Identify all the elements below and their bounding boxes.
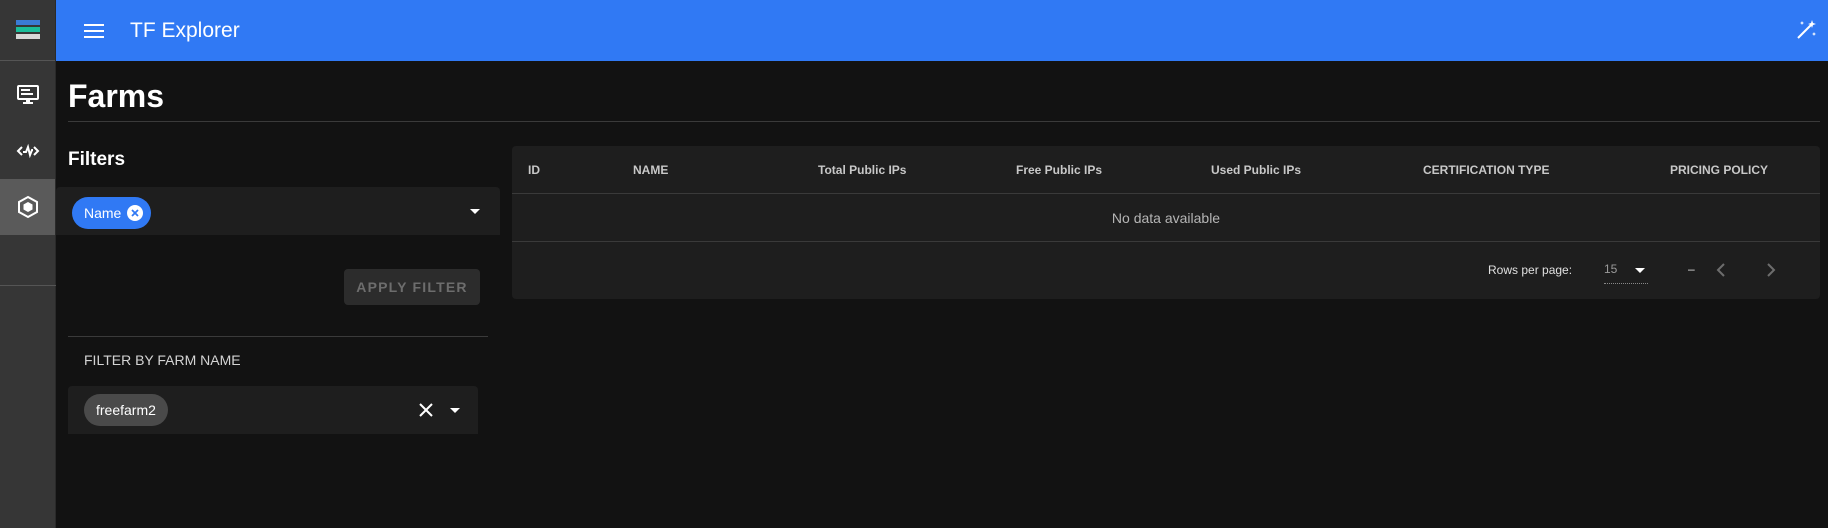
title-divider: [68, 121, 1820, 122]
column-header-used-public-ips[interactable]: Used Public IPs: [1211, 163, 1301, 177]
cube-icon: [17, 195, 38, 219]
chevron-left-icon: [1716, 263, 1725, 277]
app-logo[interactable]: [0, 0, 55, 61]
previous-page-button[interactable]: [1709, 258, 1733, 282]
farm-name-chip[interactable]: freefarm2: [84, 394, 168, 426]
column-header-name[interactable]: NAME: [633, 163, 668, 177]
table-footer: Rows per page: 15 –: [512, 242, 1820, 298]
theme-toggle-button[interactable]: [1790, 14, 1822, 46]
rows-per-page-value: 15: [1604, 262, 1618, 276]
pagination-range: –: [1688, 262, 1695, 276]
menu-button[interactable]: [66, 3, 122, 59]
filter-chip-label: Name: [84, 205, 122, 221]
chevron-down-icon[interactable]: [1635, 268, 1645, 273]
close-circle-icon[interactable]: [127, 205, 144, 221]
code-pulse-icon: [16, 143, 39, 159]
chevron-down-icon[interactable]: [470, 209, 480, 214]
side-rail: [0, 0, 56, 528]
filters-title: Filters: [68, 149, 126, 170]
filter-type-select[interactable]: Name: [56, 187, 500, 235]
magic-wand-icon: [1797, 20, 1816, 39]
rail-item-code[interactable]: [0, 123, 55, 179]
main-content: Farms Filters Name APPLY FILTER FILTER B…: [56, 61, 1828, 528]
farm-name-select[interactable]: freefarm2: [68, 386, 478, 434]
page-title: Farms: [68, 78, 165, 114]
top-app-bar: TF Explorer: [56, 0, 1828, 61]
rows-per-page-label: Rows per page:: [1488, 263, 1573, 277]
rail-item-monitor[interactable]: [0, 67, 55, 123]
farm-name-filter-label: FILTER BY FARM NAME: [84, 352, 241, 368]
table-header: ID NAME Total Public IPs Free Public IPs…: [512, 146, 1820, 194]
rail-divider: [0, 285, 56, 286]
column-header-id[interactable]: ID: [528, 163, 540, 177]
farms-table: ID NAME Total Public IPs Free Public IPs…: [512, 146, 1820, 299]
empty-state: No data available: [512, 194, 1820, 242]
app-title: TF Explorer: [130, 18, 240, 42]
column-header-free-public-ips[interactable]: Free Public IPs: [1016, 163, 1102, 177]
menu-icon: [84, 23, 104, 38]
apply-filter-button[interactable]: APPLY FILTER: [344, 269, 480, 305]
filter-chip-name[interactable]: Name: [72, 197, 152, 229]
clear-icon[interactable]: [416, 400, 436, 420]
filter-divider: [68, 336, 488, 337]
next-page-button[interactable]: [1759, 258, 1783, 282]
monitor-icon: [16, 85, 39, 104]
rows-per-page-select[interactable]: 15: [1604, 262, 1648, 284]
logo-stack-icon: [15, 20, 40, 39]
rail-item-farms[interactable]: [0, 179, 55, 235]
column-header-pricing-policy[interactable]: PRICING POLICY: [1670, 163, 1768, 177]
column-header-total-public-ips[interactable]: Total Public IPs: [818, 163, 906, 177]
chevron-right-icon: [1767, 263, 1776, 277]
chevron-down-icon[interactable]: [450, 408, 460, 413]
column-header-certification-type[interactable]: CERTIFICATION TYPE: [1423, 163, 1549, 177]
